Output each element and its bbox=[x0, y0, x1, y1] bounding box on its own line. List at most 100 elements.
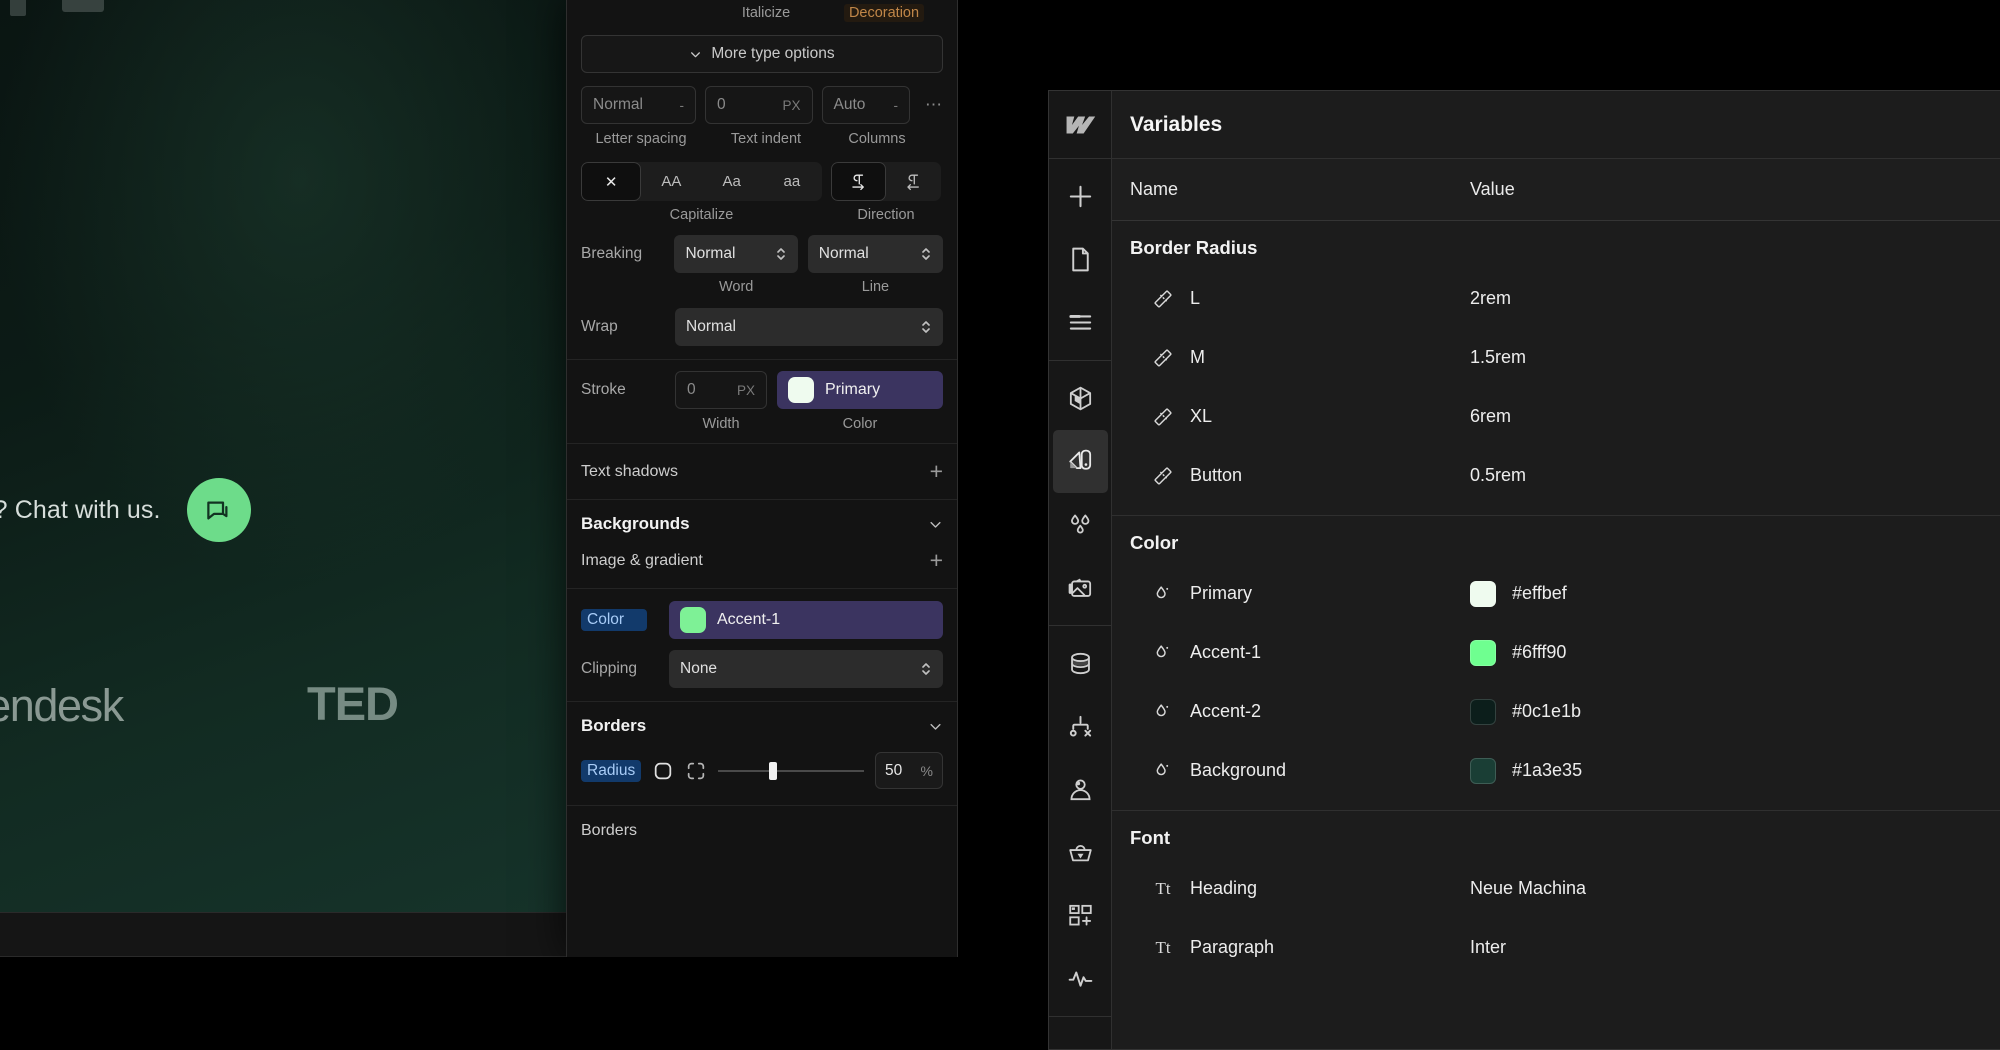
word-breaking-select[interactable]: Normal bbox=[674, 235, 797, 273]
page-title: Variables bbox=[1130, 113, 1222, 137]
type-toggle-labels-row: Italicize Decoration bbox=[567, 0, 957, 21]
text-indent-label: Text indent bbox=[710, 131, 822, 147]
variables-title-bar: Variables bbox=[1112, 91, 2000, 159]
letter-spacing-suffix: - bbox=[680, 98, 685, 113]
text-shadows-label: Text shadows bbox=[581, 463, 678, 481]
group-header-font: Font bbox=[1112, 811, 2000, 859]
droplet-icon bbox=[1152, 642, 1174, 664]
sidebar-item-pages[interactable] bbox=[1053, 228, 1108, 291]
text-shadows-row[interactable]: Text shadows + bbox=[581, 460, 943, 483]
stroke-label: Stroke bbox=[581, 381, 665, 399]
sidebar-item-add[interactable] bbox=[1053, 165, 1108, 228]
table-row[interactable]: Primary #effbef bbox=[1112, 564, 2000, 623]
variables-table[interactable]: Border Radius L 2rem M 1.5rem bbox=[1112, 221, 2000, 1049]
radius-value-input[interactable]: 50 % bbox=[875, 752, 943, 789]
direction-option-rtl-icon[interactable] bbox=[886, 162, 941, 201]
sidebar-item-navigator[interactable] bbox=[1053, 291, 1108, 354]
background-color-label[interactable]: Color bbox=[581, 609, 647, 631]
table-row[interactable]: Accent-1 #6fff90 bbox=[1112, 623, 2000, 682]
stroke-color-variable-chip[interactable]: Primary bbox=[777, 371, 943, 409]
radius-slider[interactable] bbox=[718, 770, 864, 772]
stroke-width-unit: PX bbox=[737, 383, 755, 398]
chevron-down-icon bbox=[689, 48, 702, 61]
radius-label[interactable]: Radius bbox=[581, 760, 641, 782]
variable-value: #1a3e35 bbox=[1512, 760, 1582, 781]
clipping-value: None bbox=[680, 660, 717, 678]
sidebar-item-assets[interactable] bbox=[1053, 556, 1108, 619]
text-indent-input[interactable]: 0 PX bbox=[705, 86, 812, 124]
column-header-name: Name bbox=[1130, 179, 1470, 200]
sidebar-item-components[interactable] bbox=[1053, 367, 1108, 430]
apps-icon bbox=[1066, 901, 1095, 930]
backgrounds-section-header[interactable]: Backgrounds bbox=[581, 514, 943, 534]
background-color-variable-chip[interactable]: Accent-1 bbox=[669, 601, 943, 639]
more-type-options-button[interactable]: More type options bbox=[581, 35, 943, 73]
variable-value: #6fff90 bbox=[1512, 642, 1566, 663]
webflow-logo[interactable] bbox=[1049, 91, 1111, 159]
more-options-icon[interactable]: ⋯ bbox=[919, 95, 943, 115]
letter-spacing-value: Normal bbox=[593, 96, 643, 114]
radius-slider-thumb[interactable] bbox=[769, 762, 777, 780]
wrap-select[interactable]: Normal bbox=[675, 308, 943, 346]
table-row[interactable]: L 2rem bbox=[1112, 269, 2000, 328]
add-text-shadow-button[interactable]: + bbox=[930, 460, 943, 483]
sidebar-item-audit[interactable] bbox=[1053, 947, 1108, 1010]
table-row[interactable]: Button 0.5rem bbox=[1112, 446, 2000, 505]
word-label: Word bbox=[675, 279, 798, 295]
sidebar-item-ecommerce[interactable] bbox=[1053, 821, 1108, 884]
direction-segmented-control[interactable] bbox=[831, 162, 941, 201]
radius-all-corners-icon[interactable] bbox=[652, 760, 674, 782]
clipping-select[interactable]: None bbox=[669, 650, 943, 688]
direction-label: Direction bbox=[831, 207, 941, 223]
capitalize-option-lowercase[interactable]: aa bbox=[762, 162, 822, 201]
stroke-width-input[interactable]: 0 PX bbox=[675, 371, 767, 409]
app-root: elp? Chat with us. zendesk TED Italicize… bbox=[0, 0, 2000, 1050]
chevron-down-icon[interactable] bbox=[928, 517, 943, 532]
chat-prompt-text: elp? Chat with us. bbox=[0, 496, 161, 525]
radius-individual-corners-icon[interactable] bbox=[685, 760, 707, 782]
borders-title: Borders bbox=[581, 716, 646, 736]
column-header-value: Value bbox=[1470, 179, 1515, 200]
ted-logo: TED bbox=[307, 676, 398, 731]
borders-section-header[interactable]: Borders bbox=[581, 716, 943, 736]
chevron-updown-icon bbox=[920, 319, 932, 335]
sidebar-item-logic[interactable] bbox=[1053, 695, 1108, 758]
radius-unit: % bbox=[921, 763, 933, 779]
sidebar-item-apps[interactable] bbox=[1053, 884, 1108, 947]
table-row[interactable]: Accent-2 #0c1e1b bbox=[1112, 682, 2000, 741]
style-inspector-panel: Italicize Decoration More type options N… bbox=[566, 0, 958, 957]
table-row[interactable]: XL 6rem bbox=[1112, 387, 2000, 446]
assets-icon bbox=[1066, 573, 1095, 602]
direction-option-ltr-icon[interactable] bbox=[831, 162, 886, 201]
table-row[interactable]: Background #1a3e35 bbox=[1112, 741, 2000, 800]
sidebar-item-users[interactable] bbox=[1053, 758, 1108, 821]
capitalize-option-titlecase[interactable]: Aa bbox=[702, 162, 762, 201]
table-row[interactable]: M 1.5rem bbox=[1112, 328, 2000, 387]
columns-input[interactable]: Auto - bbox=[822, 86, 910, 124]
table-row[interactable]: Tt Paragraph Inter bbox=[1112, 918, 2000, 977]
sidebar-item-variables[interactable] bbox=[1053, 430, 1108, 493]
line-breaking-select[interactable]: Normal bbox=[808, 235, 943, 273]
website-canvas[interactable]: elp? Chat with us. zendesk TED bbox=[0, 0, 572, 912]
letter-spacing-input[interactable]: Normal - bbox=[581, 86, 696, 124]
sidebar-item-cms[interactable] bbox=[1053, 632, 1108, 695]
chat-bubble-icon[interactable] bbox=[187, 478, 251, 542]
capitalize-option-none[interactable]: ✕ bbox=[581, 162, 641, 201]
variable-name: Button bbox=[1190, 465, 1242, 486]
background-color-swatch bbox=[680, 607, 706, 633]
decoration-label: Decoration bbox=[844, 4, 924, 22]
stroke-color-swatch bbox=[788, 377, 814, 403]
image-gradient-row[interactable]: Image & gradient + bbox=[581, 549, 943, 572]
add-image-gradient-button[interactable]: + bbox=[930, 549, 943, 572]
capitalize-segmented-control[interactable]: ✕ AA Aa aa bbox=[581, 162, 822, 201]
variable-name: Accent-2 bbox=[1190, 701, 1261, 722]
table-row[interactable]: Tt Heading Neue Machina bbox=[1112, 859, 2000, 918]
variable-value: #effbef bbox=[1512, 583, 1567, 604]
sidebar-item-styles[interactable] bbox=[1053, 493, 1108, 556]
capitalize-option-uppercase[interactable]: AA bbox=[641, 162, 701, 201]
chevron-down-icon[interactable] bbox=[928, 719, 943, 734]
backgrounds-title: Backgrounds bbox=[581, 514, 690, 534]
ruler-icon bbox=[1152, 406, 1174, 428]
webflow-logo-icon bbox=[1065, 114, 1096, 136]
rtl-icon bbox=[904, 172, 923, 191]
